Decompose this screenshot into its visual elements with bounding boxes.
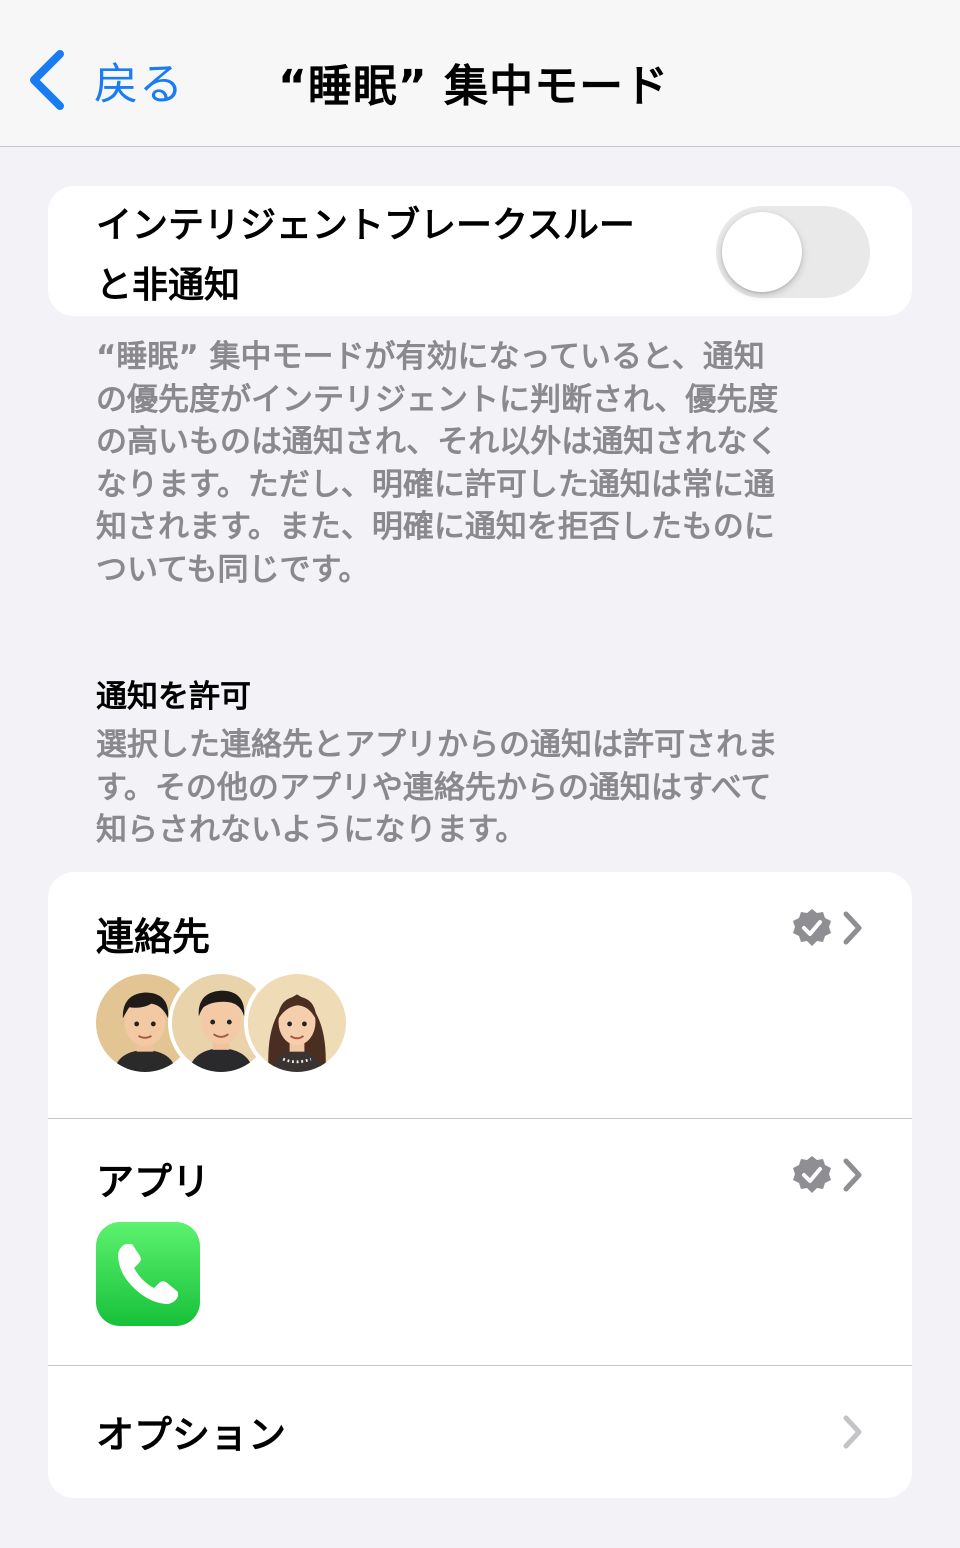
back-button[interactable]: 戻る — [24, 44, 184, 116]
page-title: “睡眠” 集中モード — [278, 61, 670, 112]
options-label: オプション — [96, 1413, 287, 1457]
description-line: す。その他のアプリや連絡先からの通知はすべて — [96, 769, 772, 806]
intelligent-breakthrough-label: インテリジェントブレークスルー と非通知 — [96, 196, 696, 316]
description-line: 選択した連絡先とアプリからの通知は許可されま — [96, 727, 778, 763]
description-line: 知されます。また、明確に通知を拒否したものに — [96, 509, 775, 545]
contacts-label: 連絡先 — [96, 915, 211, 959]
description-line: “睡眠” 集中モードが有効になっていると、通知 — [96, 339, 765, 375]
chevron-right-icon — [843, 1415, 862, 1449]
verified-badge-icon — [793, 1156, 831, 1193]
intelligent-breakthrough-description: “睡眠” 集中モードが有効になっていると、通知 の優先度がインテリジェントに判断… — [96, 336, 856, 591]
options-row[interactable]: オプション — [48, 1366, 912, 1498]
intelligent-breakthrough-toggle[interactable] — [716, 206, 870, 298]
toggle-knob — [722, 212, 802, 292]
navigation-bar: 戻る “睡眠” 集中モード — [0, 0, 960, 147]
allowed-list-card: 連絡先 アプリ オプション — [48, 872, 912, 1498]
description-line: 知らされないようになります。 — [96, 812, 527, 848]
contacts-row[interactable]: 連絡先 — [48, 872, 912, 1118]
description-line: なります。ただし、明確に許可した通知は常に通 — [96, 466, 775, 503]
description-line: の高いものは通知され、それ以外は通知されなく — [96, 424, 779, 460]
phone-app-icon — [96, 1222, 200, 1326]
allow-notifications-heading: 通知を許可 — [96, 679, 251, 715]
back-label: 戻る — [94, 59, 184, 110]
apps-label: アプリ — [96, 1160, 211, 1204]
label-line-1: インテリジェントブレークスルー — [96, 205, 635, 246]
chevron-right-icon — [843, 1158, 862, 1192]
description-line: の優先度がインテリジェントに判断され、優先度 — [96, 381, 779, 418]
label-line-2: と非通知 — [96, 265, 241, 306]
allow-notifications-description: 選択した連絡先とアプリからの通知は許可されま す。その他のアプリや連絡先からの通… — [96, 724, 856, 852]
chevron-right-icon — [843, 911, 862, 945]
contact-avatar — [244, 970, 350, 1076]
intelligent-breakthrough-card: インテリジェントブレークスルー と非通知 — [48, 186, 912, 316]
chevron-left-icon — [30, 50, 64, 110]
verified-badge-icon — [793, 909, 831, 946]
description-line: ついても同じです。 — [96, 551, 370, 588]
